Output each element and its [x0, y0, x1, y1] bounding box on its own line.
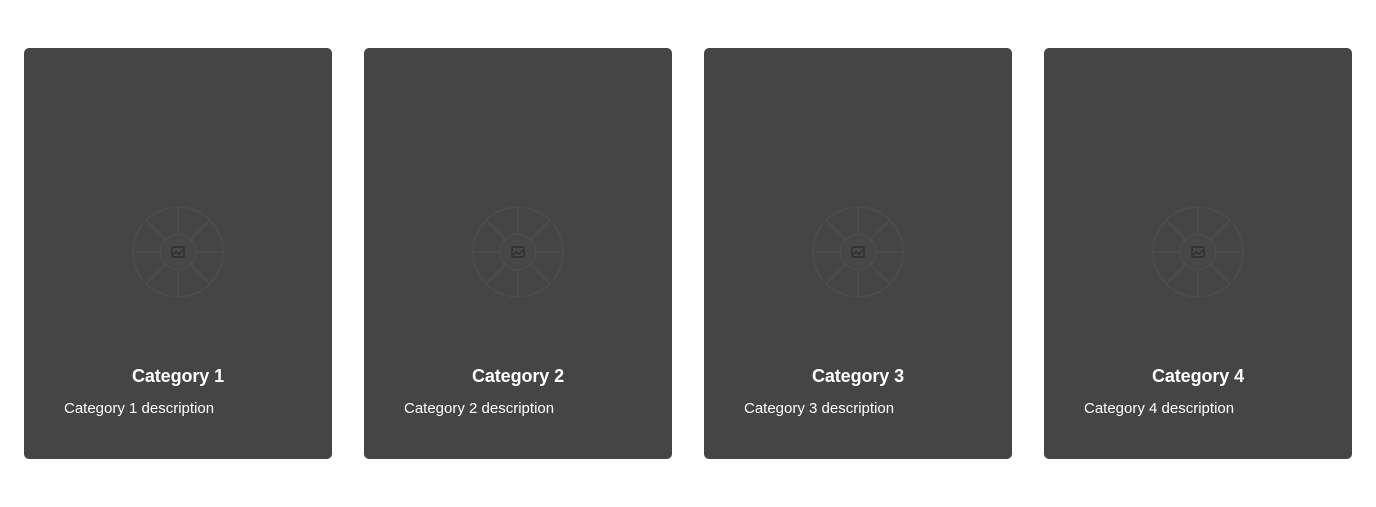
- category-card[interactable]: Category 2 Category 2 description: [364, 48, 672, 459]
- category-card[interactable]: Category 1 Category 1 description: [24, 48, 332, 459]
- category-card[interactable]: Category 4 Category 4 description: [1044, 48, 1352, 459]
- category-title: Category 1: [131, 366, 225, 386]
- category-description: Category 4 description: [1084, 400, 1235, 417]
- category-description: Category 2 description: [404, 400, 555, 417]
- image-placeholder-icon: [812, 206, 904, 298]
- category-title: Category 2: [471, 366, 565, 386]
- image-placeholder-icon: [132, 206, 224, 298]
- category-card[interactable]: Category 3 Category 3 description: [704, 48, 1012, 459]
- image-placeholder-icon: [472, 206, 564, 298]
- image-placeholder-icon: [1152, 206, 1244, 298]
- category-description: Category 1 description: [64, 400, 215, 417]
- category-grid: Category 1 Category 1 description Catego…: [24, 48, 1352, 459]
- category-title: Category 3: [811, 366, 905, 386]
- category-title: Category 4: [1151, 366, 1245, 386]
- category-description: Category 3 description: [744, 400, 895, 417]
